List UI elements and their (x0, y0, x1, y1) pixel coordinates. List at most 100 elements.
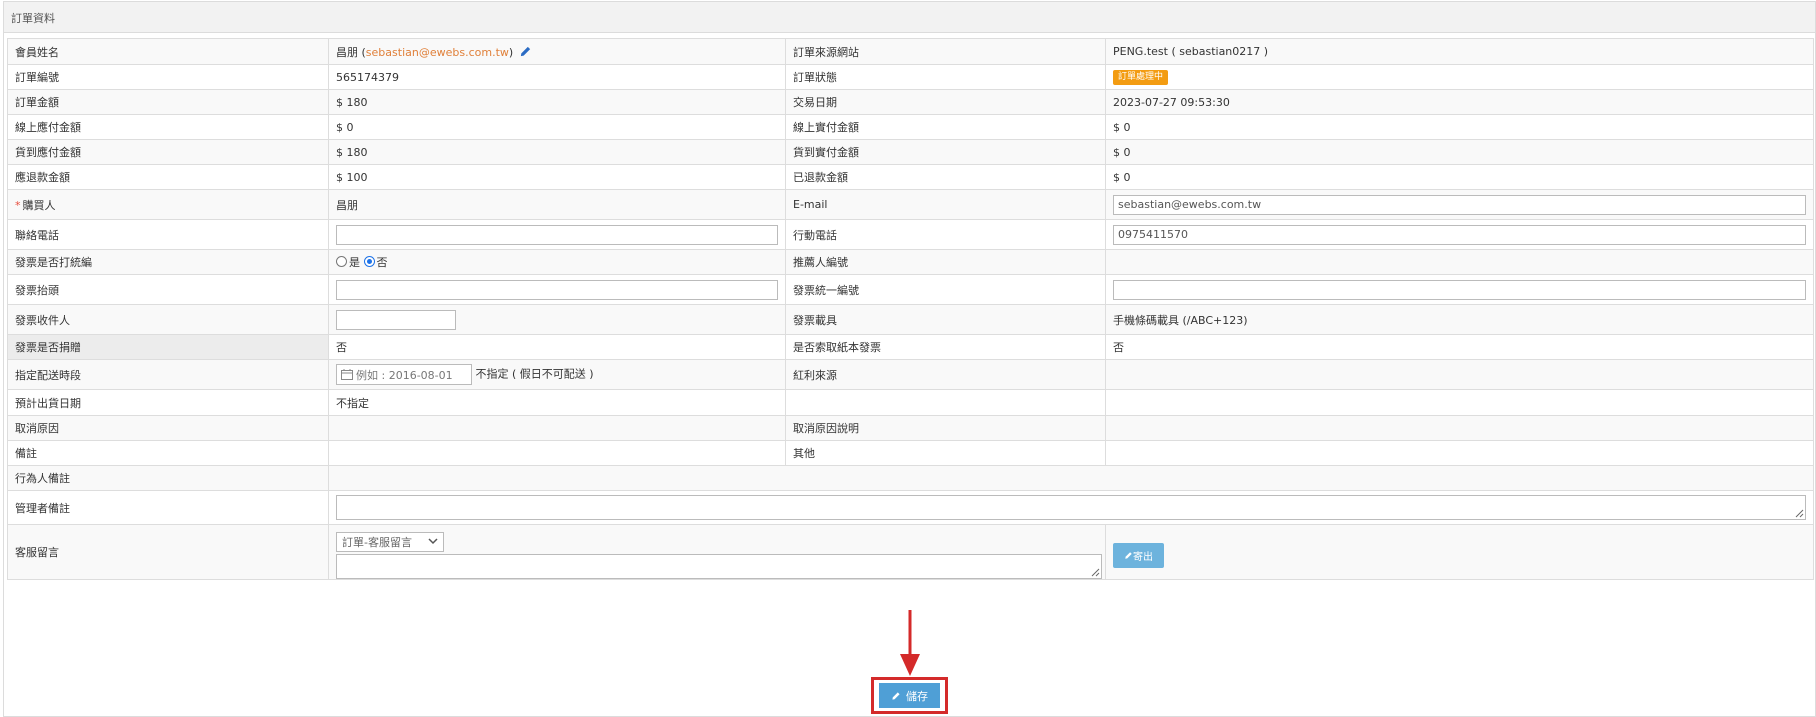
table-row: 客服留言 訂單-客服留言 寄出 (7, 524, 1814, 580)
pencil-icon (892, 691, 900, 700)
cancel-desc-value (1105, 415, 1814, 441)
invoice-title-field[interactable] (336, 279, 778, 300)
note-value (328, 440, 786, 466)
red-arrow-annotation (900, 610, 920, 676)
cs-select-value: 訂單-客服留言 (342, 535, 412, 549)
invoice-uniform-field[interactable] (1113, 279, 1806, 300)
status-label: 訂單狀態 (785, 64, 1106, 90)
cancel-reason-label: 取消原因 (7, 415, 329, 441)
invoice-recipient-field[interactable] (336, 309, 456, 330)
send-button-label: 寄出 (1133, 551, 1153, 563)
phone-label: 聯絡電話 (7, 219, 329, 250)
cod-paid-value: $ 0 (1105, 139, 1814, 165)
amount-label: 訂單金額 (7, 89, 329, 115)
invoice-uniform-cell (1105, 274, 1814, 305)
refund-due-value: $ 100 (328, 164, 786, 190)
table-row: * 購買人 昌朋 E-mail (7, 189, 1814, 220)
member-email-link[interactable]: sebastian@ewebs.com.tw (366, 46, 509, 59)
invoice-carrier-value: 手機條碼載具 (/ABC+123) (1105, 304, 1814, 335)
refunded-label: 已退款金額 (785, 164, 1106, 190)
source-value: PENG.test ( sebastian0217 ) (1105, 38, 1814, 65)
paper-invoice-label: 是否索取紙本發票 (785, 334, 1106, 360)
panel-header: 訂單資料 (4, 2, 1815, 33)
phone-cell (328, 219, 786, 250)
required-marker: * (15, 198, 21, 212)
online-due-value: $ 0 (328, 114, 786, 140)
referrer-label: 推薦人編號 (785, 249, 1106, 275)
send-button[interactable]: 寄出 (1113, 542, 1164, 568)
actor-note-label: 行為人備註 (7, 465, 329, 491)
mobile-field[interactable] (1113, 224, 1806, 245)
panel-title: 訂單資料 (11, 12, 55, 25)
delivery-cell: 例如 : 2016-08-01 不指定 ( 假日不可配送 ) (328, 359, 786, 390)
table-row: 預計出貨日期 不指定 (7, 389, 1814, 416)
table-row: 備註 其他 (7, 440, 1814, 466)
note-label: 備註 (7, 440, 329, 466)
source-label: 訂單來源網站 (785, 38, 1106, 65)
save-button[interactable]: 儲存 (879, 683, 940, 708)
radio-yes-label: 是 (349, 256, 360, 269)
resize-grip-icon[interactable] (1090, 567, 1100, 577)
cs-cell: 訂單-客服留言 (328, 524, 1106, 580)
online-paid-value: $ 0 (1105, 114, 1814, 140)
delivery-label: 指定配送時段 (7, 359, 329, 390)
invoice-title-cell (328, 274, 786, 305)
table-row: 行為人備註 (7, 465, 1814, 491)
save-button-label: 儲存 (906, 689, 928, 703)
table-row: 發票收件人 發票載具 手機條碼載具 (/ABC+123) (7, 304, 1814, 335)
actor-note-value (328, 465, 1814, 491)
email-label: E-mail (785, 189, 1106, 220)
table-row: 發票是否打統編 是 否 推薦人編號 (7, 249, 1814, 275)
table-row: 發票是否捐贈 否 是否索取紙本發票 否 (7, 334, 1814, 360)
table-row: 指定配送時段 例如 : 2016-08-01 不指定 ( 假日不可配送 ) 紅利… (7, 359, 1814, 390)
chevron-down-icon (428, 538, 438, 545)
radio-no[interactable] (363, 256, 375, 267)
cs-textarea[interactable] (336, 553, 1102, 579)
pencil-icon (1125, 551, 1132, 559)
table-row: 貨到應付金額 $ 180 貨到實付金額 $ 0 (7, 139, 1814, 165)
invoice-taxid-label: 發票是否打統編 (7, 249, 329, 275)
resize-grip-icon[interactable] (1794, 508, 1804, 518)
bonus-label: 紅利來源 (785, 359, 1106, 390)
online-paid-label: 線上實付金額 (785, 114, 1106, 140)
ship-date-label: 預計出貨日期 (7, 389, 329, 416)
invoice-recipient-label: 發票收件人 (7, 304, 329, 335)
member-name: 昌朋 (336, 45, 358, 59)
cs-select[interactable]: 訂單-客服留言 (336, 531, 444, 552)
admin-note-cell (328, 490, 1814, 525)
member-value: 昌朋 (sebastian@ewebs.com.tw) (328, 38, 786, 65)
invoice-carrier-label: 發票載具 (785, 304, 1106, 335)
bonus-value (1105, 359, 1814, 390)
table-row: 線上應付金額 $ 0 線上實付金額 $ 0 (7, 114, 1814, 140)
invoice-recipient-cell (328, 304, 786, 335)
table-row: 聯絡電話 行動電話 (7, 219, 1814, 250)
cod-due-label: 貨到應付金額 (7, 139, 329, 165)
invoice-donate-label: 發票是否捐贈 (7, 334, 329, 360)
table-row: 訂單編號 565174379 訂單狀態 訂單處理中 (7, 64, 1814, 90)
ship-date-empty (785, 389, 1106, 416)
table-row: 發票抬頭 發票統一編號 (7, 274, 1814, 305)
status-cell: 訂單處理中 (1105, 64, 1814, 90)
order-form-table: 會員姓名 昌朋 (sebastian@ewebs.com.tw) 訂單來源網站 … (7, 38, 1814, 580)
amount-value: $ 180 (328, 89, 786, 115)
radio-yes[interactable] (336, 256, 347, 267)
phone-field[interactable] (336, 224, 778, 245)
online-due-label: 線上應付金額 (7, 114, 329, 140)
delivery-date-input[interactable]: 例如 : 2016-08-01 (336, 364, 472, 385)
admin-note-textarea[interactable] (336, 495, 1806, 520)
radio-no-label: 否 (376, 256, 388, 269)
other-label: 其他 (785, 440, 1106, 466)
order-no-value: 565174379 (328, 64, 786, 90)
status-badge: 訂單處理中 (1113, 70, 1169, 85)
other-value (1105, 440, 1814, 466)
email-cell (1105, 189, 1814, 220)
ship-date-empty-2 (1105, 389, 1814, 416)
pencil-icon[interactable] (519, 45, 532, 58)
cod-due-value: $ 180 (328, 139, 786, 165)
refunded-value: $ 0 (1105, 164, 1814, 190)
email-field[interactable] (1113, 194, 1806, 215)
member-label: 會員姓名 (7, 38, 329, 65)
date-label: 交易日期 (785, 89, 1106, 115)
table-row: 管理者備註 (7, 490, 1814, 525)
invoice-taxid-radios: 是 否 (328, 249, 786, 275)
